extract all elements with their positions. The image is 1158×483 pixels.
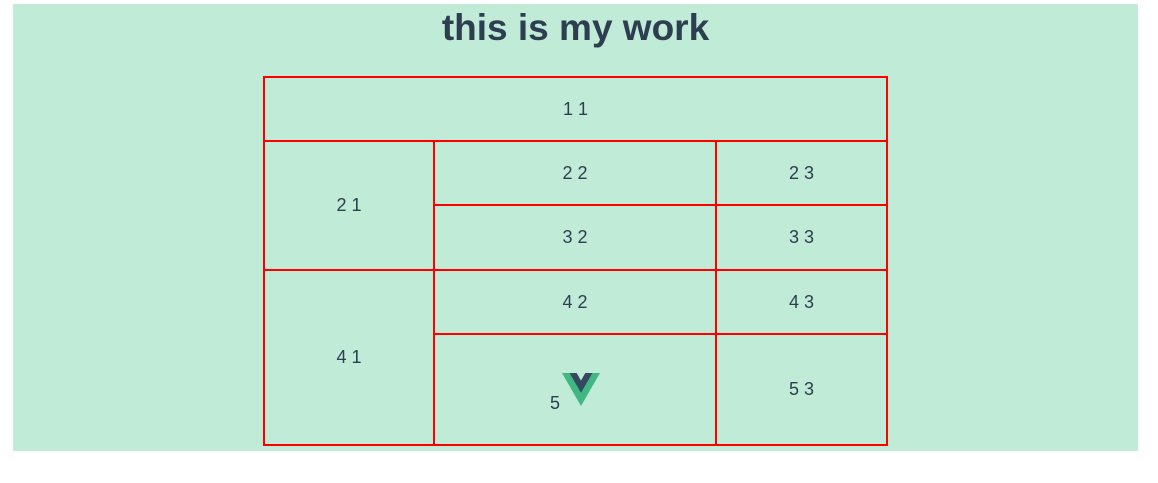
page-title: this is my work (441, 7, 710, 48)
cell-5-2-label: 5 (549, 393, 560, 413)
cell-5-3: 5 3 (714, 333, 889, 446)
table-row: 2 1 2 2 2 3 (263, 140, 889, 271)
cell-5-2: 5 (433, 333, 717, 446)
table-row: 4 1 4 2 4 3 (263, 269, 889, 446)
cell-5-2-content: 5 (550, 365, 600, 414)
cell-4-2: 4 2 (433, 269, 717, 335)
cell-4-1: 4 1 (263, 269, 435, 446)
cell-3-2: 3 2 (433, 204, 717, 271)
vue-logo-icon (562, 373, 600, 406)
cell-1-1: 1 1 (262, 76, 889, 142)
app-container: this is my work 1 1 2 1 2 2 2 3 3 2 3 3 … (13, 4, 1138, 451)
table-row: 1 1 (262, 76, 889, 142)
cell-4-3: 4 3 (714, 269, 889, 335)
data-table: 1 1 2 1 2 2 2 3 3 2 3 3 4 1 4 2 4 3 5 5 … (262, 76, 889, 446)
cell-2-1: 2 1 (263, 140, 435, 271)
cell-2-3: 2 3 (714, 140, 889, 206)
cell-2-2: 2 2 (433, 140, 717, 206)
cell-3-3: 3 3 (714, 204, 889, 271)
